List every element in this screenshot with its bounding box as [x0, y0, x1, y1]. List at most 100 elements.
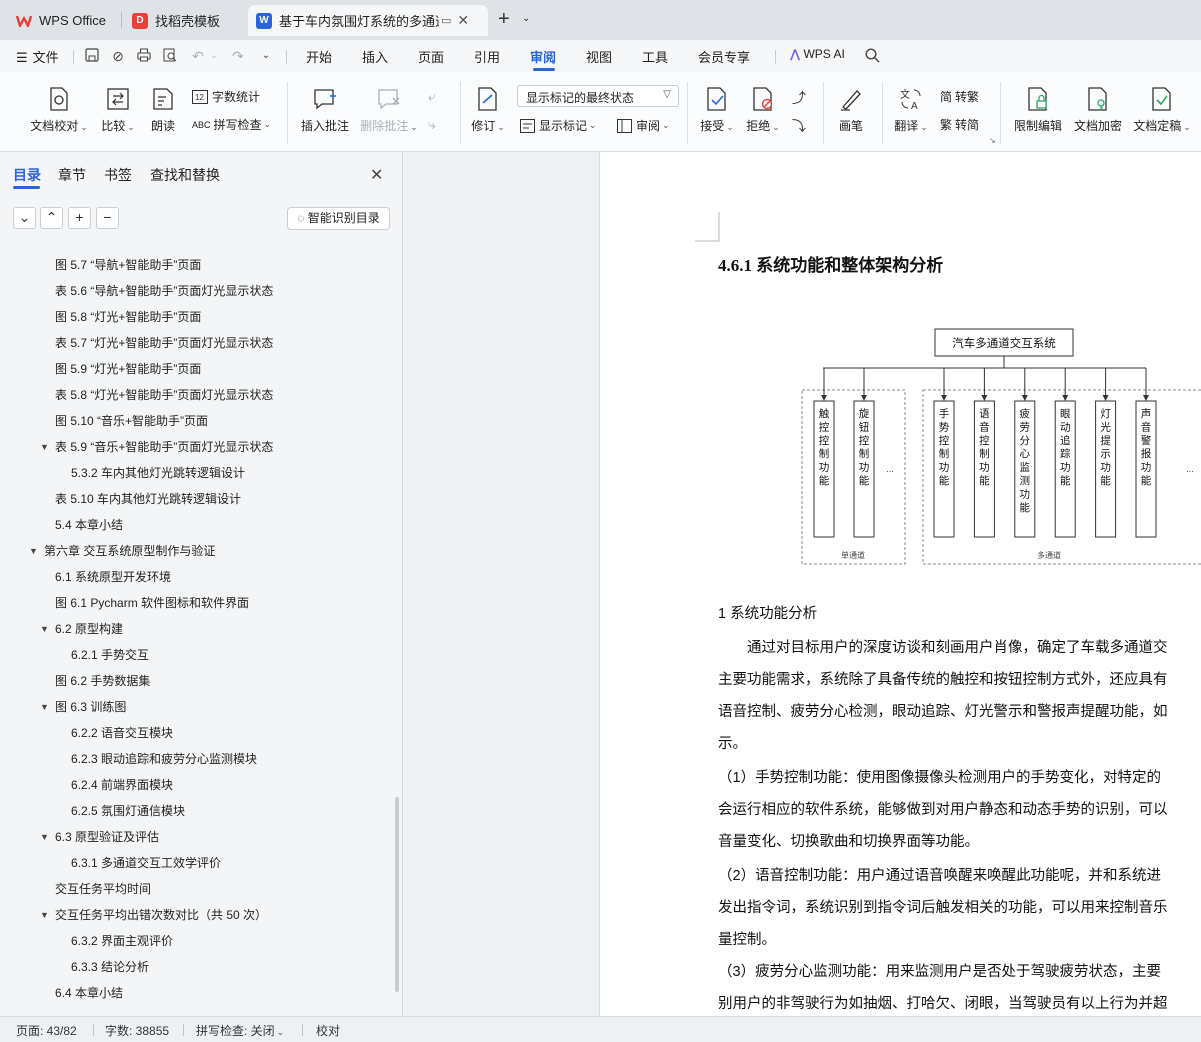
doc-finalize-button[interactable]: 文档定稿 ⌄: [1131, 86, 1193, 134]
restrict-edit-button[interactable]: 限制编辑: [1011, 86, 1065, 134]
print-preview-icon[interactable]: [162, 48, 178, 64]
nav-tab-chapters[interactable]: 章节: [58, 165, 86, 185]
nav-tab-find-replace[interactable]: 查找和替换: [150, 165, 220, 185]
spell-check-status[interactable]: 拼写检查: 关闭 ⌄: [196, 1022, 284, 1039]
delete-comment-button[interactable]: 删除批注 ⌄: [358, 86, 420, 134]
menu-page[interactable]: 页面: [418, 47, 444, 66]
insert-comment-button[interactable]: 插入批注: [298, 86, 352, 134]
expand-toggle-icon[interactable]: ▼: [40, 826, 49, 848]
menu-references[interactable]: 引用: [474, 47, 500, 66]
toc-item[interactable]: 交互任务平均时间: [55, 878, 151, 900]
toc-item[interactable]: 6.3.2 界面主观评价: [71, 930, 173, 952]
undo-dropdown-icon[interactable]: ⌄: [206, 48, 222, 64]
more-chevron-icon[interactable]: ⌄: [258, 48, 274, 64]
revise-button[interactable]: 修订 ⌄: [470, 86, 506, 134]
compare-button[interactable]: 比较 ⌄: [98, 86, 138, 134]
word-count-indicator[interactable]: 字数: 38855: [105, 1022, 169, 1039]
toc-item[interactable]: 6.3.1 多通道交互工效学评价: [71, 852, 221, 874]
smart-toc-button[interactable]: ◌ 智能识别目录: [287, 207, 390, 230]
toc-item[interactable]: 图 6.2 手势数据集: [55, 670, 150, 692]
prev-change-icon[interactable]: ⤴: [792, 88, 806, 108]
toc-item[interactable]: 6.2.1 手势交互: [71, 644, 149, 666]
expand-all-chevron-icon[interactable]: ⌄: [13, 207, 36, 229]
toc-item[interactable]: 6.4 本章小结: [55, 982, 123, 1002]
toc-item[interactable]: 5.3.2 车内其他灯光跳转逻辑设计: [71, 462, 245, 484]
tab-wps-office[interactable]: WPS Office: [8, 5, 118, 36]
next-comment-icon[interactable]: ⤷: [428, 116, 436, 133]
expand-toggle-icon[interactable]: ▼: [40, 618, 49, 640]
tab-document[interactable]: W 基于车内氛围灯系统的多通道… ▭ ✕: [248, 5, 488, 36]
toc-item[interactable]: 第六章 交互系统原型制作与验证: [44, 540, 215, 562]
link-icon[interactable]: ⊘: [110, 48, 126, 64]
expand-toggle-icon[interactable]: ▼: [40, 436, 49, 458]
toc-item[interactable]: 表 5.10 车内其他灯光跳转逻辑设计: [55, 488, 241, 510]
toc-item[interactable]: 表 5.6 “导航+智能助手”页面灯光显示状态: [55, 280, 273, 302]
toc-item[interactable]: 6.2 原型构建: [55, 618, 123, 640]
wps-ai-button[interactable]: ⋀ WPS AI: [790, 47, 845, 61]
toc-item[interactable]: 表 5.7 “灯光+智能助手”页面灯光显示状态: [55, 332, 273, 354]
toc-item[interactable]: 图 5.9 “灯光+智能助手”页面: [55, 358, 201, 380]
word-count-button[interactable]: 12 字数统计: [192, 88, 260, 105]
pen-button[interactable]: 画笔: [834, 86, 868, 134]
proofread-status[interactable]: 校对: [316, 1022, 340, 1039]
menu-member[interactable]: 会员专享: [698, 47, 750, 66]
toc-item[interactable]: 6.1 系统原型开发环境: [55, 566, 171, 588]
page-indicator[interactable]: 页面: 43/82: [16, 1022, 77, 1039]
to-traditional-button[interactable]: 简 转繁: [940, 88, 979, 105]
nav-tab-toc[interactable]: 目录: [13, 165, 41, 185]
nav-tab-bookmarks[interactable]: 书签: [104, 165, 132, 185]
remove-heading-icon[interactable]: −: [96, 207, 119, 229]
toc-item[interactable]: 6.2.4 前端界面模块: [71, 774, 173, 796]
monitor-icon[interactable]: ▭: [441, 14, 451, 27]
toc-item[interactable]: 图 5.8 “灯光+智能助手”页面: [55, 306, 201, 328]
next-change-icon[interactable]: ⤵: [792, 116, 806, 136]
collapse-chevron-icon[interactable]: ⌃: [40, 207, 63, 229]
toc-item[interactable]: 6.3 原型验证及评估: [55, 826, 159, 848]
show-markup-button[interactable]: 显示标记 ⌄: [520, 117, 597, 134]
toc-item[interactable]: 表 5.8 “灯光+智能助手”页面灯光显示状态: [55, 384, 273, 406]
markup-state-dropdown[interactable]: 显示标记的最终状态 ▽: [517, 85, 679, 107]
doc-check-button[interactable]: 文档校对 ⌄: [28, 86, 90, 134]
expand-toggle-icon[interactable]: ▼: [40, 696, 49, 718]
toc-item[interactable]: 6.2.5 氛围灯通信模块: [71, 800, 185, 822]
menu-tools[interactable]: 工具: [642, 47, 668, 66]
reject-button[interactable]: 拒绝 ⌄: [744, 86, 782, 134]
toc-item[interactable]: 图 5.10 “音乐+智能助手”页面: [55, 410, 208, 432]
document-page[interactable]: 4.6.1 系统功能和整体架构分析 汽车多通道交互系统 触控控制功能 旋钮控制功能…: [599, 152, 1201, 1016]
close-tab-icon[interactable]: ✕: [457, 12, 469, 29]
toc-item[interactable]: 图 6.1 Pycharm 软件图标和软件界面: [55, 592, 249, 614]
menu-insert[interactable]: 插入: [362, 47, 388, 66]
to-simplified-button[interactable]: 繁 转简: [940, 116, 979, 133]
expand-dialog-icon[interactable]: ↘: [989, 136, 996, 145]
review-pane-button[interactable]: 审阅 ⌄: [617, 117, 670, 134]
doc-encrypt-button[interactable]: 文档加密: [1071, 86, 1125, 134]
accept-button[interactable]: 接受 ⌄: [698, 86, 736, 134]
tab-daoke[interactable]: D 找稻壳模板: [124, 5, 242, 36]
menu-start[interactable]: 开始: [306, 47, 332, 66]
spell-check-button[interactable]: ABC 拼写检查 ⌄: [192, 116, 271, 133]
expand-toggle-icon[interactable]: ▼: [40, 904, 49, 926]
search-icon[interactable]: [864, 48, 880, 64]
toc-item[interactable]: 表 5.9 “音乐+智能助手”页面灯光显示状态: [55, 436, 273, 458]
toc-item[interactable]: 图 5.7 “导航+智能助手”页面: [55, 254, 201, 276]
toc-item[interactable]: 交互任务平均出错次数对比（共 50 次）: [55, 904, 267, 926]
toc-scrollbar[interactable]: [395, 797, 399, 992]
expand-toggle-icon[interactable]: ▼: [29, 540, 38, 562]
toc-item[interactable]: 6.2.3 眼动追踪和疲劳分心监测模块: [71, 748, 257, 770]
toc-item[interactable]: 图 6.3 训练图: [55, 696, 126, 718]
prev-comment-icon[interactable]: ⤶: [428, 88, 436, 105]
redo-icon[interactable]: ↷: [230, 48, 246, 64]
read-aloud-button[interactable]: 朗读: [146, 86, 180, 134]
menu-view[interactable]: 视图: [586, 47, 612, 66]
undo-icon[interactable]: ↶: [190, 48, 206, 64]
print-icon[interactable]: [136, 48, 152, 64]
new-tab-icon[interactable]: +: [498, 8, 510, 31]
close-icon[interactable]: ✕: [370, 165, 383, 185]
file-menu[interactable]: ☰ 文件: [16, 47, 59, 66]
tab-list-chevron-icon[interactable]: ⌄: [522, 13, 530, 24]
toc-item[interactable]: 6.3.3 结论分析: [71, 956, 149, 978]
toc-item[interactable]: 5.4 本章小结: [55, 514, 123, 536]
menu-review[interactable]: 审阅: [530, 47, 556, 66]
translate-button[interactable]: 文A 翻译 ⌄: [892, 86, 930, 134]
save-icon[interactable]: [84, 48, 100, 64]
